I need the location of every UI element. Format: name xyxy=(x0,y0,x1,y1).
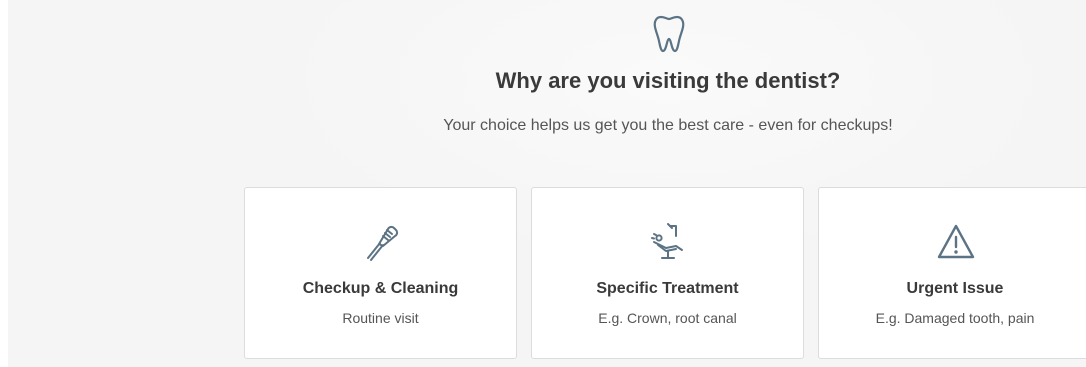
dental-chair-icon xyxy=(650,223,683,259)
toothbrush-icon xyxy=(366,225,398,261)
option-card-checkup-cleaning[interactable]: Checkup & Cleaning Routine visit xyxy=(244,187,517,359)
left-edge-strip xyxy=(0,0,8,367)
page-title: Why are you visiting the dentist? xyxy=(495,68,841,93)
option-title: Urgent Issue xyxy=(906,280,1004,297)
option-subtitle: E.g. Damaged tooth, pain xyxy=(875,310,1035,326)
option-title: Specific Treatment xyxy=(596,280,739,297)
page-subtitle: Your choice helps us get you the best ca… xyxy=(443,117,893,134)
warning-icon xyxy=(937,224,974,259)
tooth-icon xyxy=(653,15,685,53)
option-card-specific-treatment[interactable]: Specific Treatment E.g. Crown, root cana… xyxy=(531,187,804,359)
option-card-urgent-issue[interactable]: Urgent Issue E.g. Damaged tooth, pain xyxy=(818,187,1086,359)
option-subtitle: E.g. Crown, root canal xyxy=(598,310,737,326)
option-subtitle: Routine visit xyxy=(342,310,419,326)
option-title: Checkup & Cleaning xyxy=(302,280,459,297)
